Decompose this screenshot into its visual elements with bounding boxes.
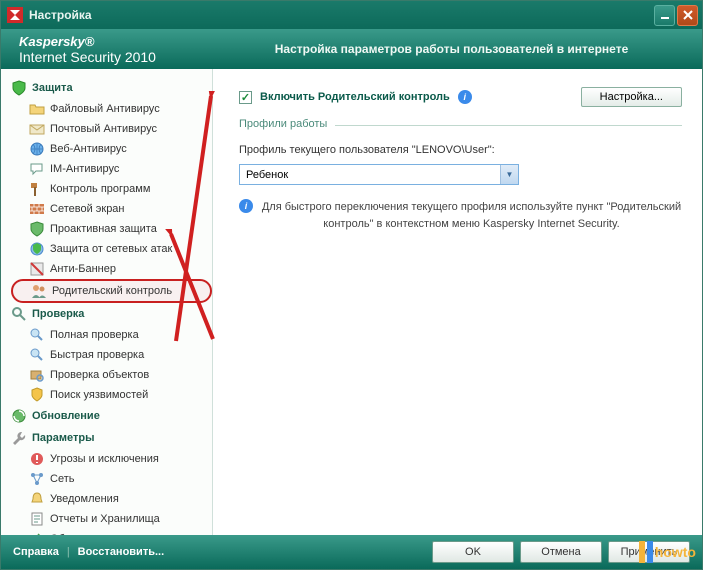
chat-icon: [29, 161, 45, 177]
sidebar-item-label: Уведомления: [50, 493, 119, 505]
enable-parental-checkbox[interactable]: ✓: [239, 91, 252, 104]
sidebar-item-threats[interactable]: Угрозы и исключения: [11, 449, 212, 469]
sidebar-item-quick-scan[interactable]: Быстрая проверка: [11, 345, 212, 365]
sidebar-item-reports[interactable]: Отчеты и Хранилища: [11, 509, 212, 529]
sidebar-group-label: Параметры: [32, 432, 94, 444]
network-shield-icon: [29, 241, 45, 257]
star-shield-icon: [29, 221, 45, 237]
fieldset-legend: Профили работы: [239, 118, 335, 130]
magnify-icon: [11, 306, 27, 322]
sidebar-group-label: Защита: [32, 82, 73, 94]
howto-watermark: howto: [639, 541, 696, 563]
sidebar-group-label: Проверка: [32, 308, 84, 320]
page-title: Настройка параметров работы пользователе…: [219, 42, 684, 56]
sidebar-item-label: Защита от сетевых атак: [50, 243, 172, 255]
people-icon: [31, 283, 47, 299]
footer: Справка | Восстановить... OK Отмена Прим…: [1, 535, 702, 569]
sidebar-item-label: Полная проверка: [50, 329, 139, 341]
sidebar-item-app-control[interactable]: Контроль программ: [11, 179, 212, 199]
sidebar-item-label: Сеть: [50, 473, 74, 485]
sidebar-item-label: Проверка объектов: [50, 369, 149, 381]
info-icon: i: [239, 199, 253, 213]
sidebar-group-label: Обновление: [32, 410, 100, 422]
howto-text: howto: [655, 544, 696, 560]
sidebar-group-protection[interactable]: Защита: [11, 77, 212, 99]
sidebar-item-antibanner[interactable]: Анти-Баннер: [11, 259, 212, 279]
globe-update-icon: [11, 408, 27, 424]
ok-button[interactable]: OK: [432, 541, 514, 563]
bell-icon: [29, 491, 45, 507]
wrench-icon: [11, 430, 27, 446]
sidebar-item-network-attack[interactable]: Защита от сетевых атак: [11, 239, 212, 259]
profile-label: Профиль текущего пользователя "LENOVO\Us…: [239, 144, 682, 156]
sidebar-item-web-av[interactable]: Веб-Антивирус: [11, 139, 212, 159]
report-icon: [29, 511, 45, 527]
sidebar-item-full-scan[interactable]: Полная проверка: [11, 325, 212, 345]
settings-button[interactable]: Настройка...: [581, 87, 682, 107]
globe-icon: [29, 141, 45, 157]
network-icon: [29, 471, 45, 487]
sidebar-item-firewall[interactable]: Сетевой экран: [11, 199, 212, 219]
profiles-fieldset: Профили работы Профиль текущего пользова…: [239, 125, 682, 232]
content: ✓ Включить Родительский контроль i Настр…: [213, 69, 702, 535]
sidebar-group-update[interactable]: Обновление: [11, 405, 212, 427]
sidebar-item-vuln-scan[interactable]: Поиск уязвимостей: [11, 385, 212, 405]
profile-select[interactable]: Ребенок ▼: [239, 164, 519, 185]
enable-parental-label: Включить Родительский контроль: [260, 91, 450, 103]
sidebar-item-label: Быстрая проверка: [50, 349, 144, 361]
threat-icon: [29, 451, 45, 467]
shield-search-icon: [29, 387, 45, 403]
hint-text: Для быстрого переключения текущего профи…: [261, 199, 682, 232]
help-link[interactable]: Справка: [13, 546, 59, 558]
block-icon: [29, 261, 45, 277]
sidebar-item-label: Отчеты и Хранилища: [50, 513, 160, 525]
separator: |: [67, 546, 70, 558]
sidebar-item-proactive[interactable]: Проактивная защита: [11, 219, 212, 239]
sidebar-item-parental[interactable]: Родительский контроль: [11, 279, 212, 303]
sidebar: Защита Файловый Антивирус Почтовый Антив…: [1, 69, 213, 535]
sidebar-item-label: Анти-Баннер: [50, 263, 116, 275]
sidebar-group-settings[interactable]: Параметры: [11, 427, 212, 449]
brand-name: Kaspersky®: [19, 34, 219, 49]
profile-value: Ребенок: [246, 169, 288, 181]
brand: Kaspersky® Internet Security 2010: [19, 34, 219, 65]
sidebar-item-label: Сетевой экран: [50, 203, 125, 215]
close-button[interactable]: [677, 5, 698, 26]
brand-product: Internet Security 2010: [19, 49, 219, 65]
hammer-icon: [29, 181, 45, 197]
sidebar-item-label: Проактивная защита: [50, 223, 157, 235]
titlebar: Настройка: [1, 1, 702, 29]
sidebar-item-label: Поиск уязвимостей: [50, 389, 148, 401]
sidebar-item-network[interactable]: Сеть: [11, 469, 212, 489]
chevron-down-icon: ▼: [500, 165, 518, 184]
shield-icon: [11, 80, 27, 96]
header: Kaspersky® Internet Security 2010 Настро…: [1, 29, 702, 69]
cancel-button[interactable]: Отмена: [520, 541, 602, 563]
info-icon[interactable]: i: [458, 90, 472, 104]
sidebar-item-label: IM-Антивирус: [50, 163, 119, 175]
sidebar-item-label: Угрозы и исключения: [50, 453, 159, 465]
magnify-hdd-icon: [29, 327, 45, 343]
wall-icon: [29, 201, 45, 217]
magnify-fast-icon: [29, 347, 45, 363]
sidebar-item-notifications[interactable]: Уведомления: [11, 489, 212, 509]
sidebar-item-im-av[interactable]: IM-Антивирус: [11, 159, 212, 179]
magnify-box-icon: [29, 367, 45, 383]
folder-icon: [29, 101, 45, 117]
sidebar-item-label: Почтовый Антивирус: [50, 123, 157, 135]
window-title: Настройка: [29, 8, 654, 22]
minimize-button[interactable]: [654, 5, 675, 26]
sidebar-group-scan[interactable]: Проверка: [11, 303, 212, 325]
sidebar-item-label: Родительский контроль: [52, 285, 172, 297]
envelope-icon: [29, 121, 45, 137]
sidebar-item-label: Файловый Антивирус: [50, 103, 160, 115]
app-icon: [7, 7, 23, 23]
sidebar-item-label: Веб-Антивирус: [50, 143, 127, 155]
sidebar-item-mail-av[interactable]: Почтовый Антивирус: [11, 119, 212, 139]
sidebar-item-object-scan[interactable]: Проверка объектов: [11, 365, 212, 385]
restore-link[interactable]: Восстановить...: [78, 546, 164, 558]
sidebar-item-file-av[interactable]: Файловый Антивирус: [11, 99, 212, 119]
sidebar-item-label: Контроль программ: [50, 183, 150, 195]
